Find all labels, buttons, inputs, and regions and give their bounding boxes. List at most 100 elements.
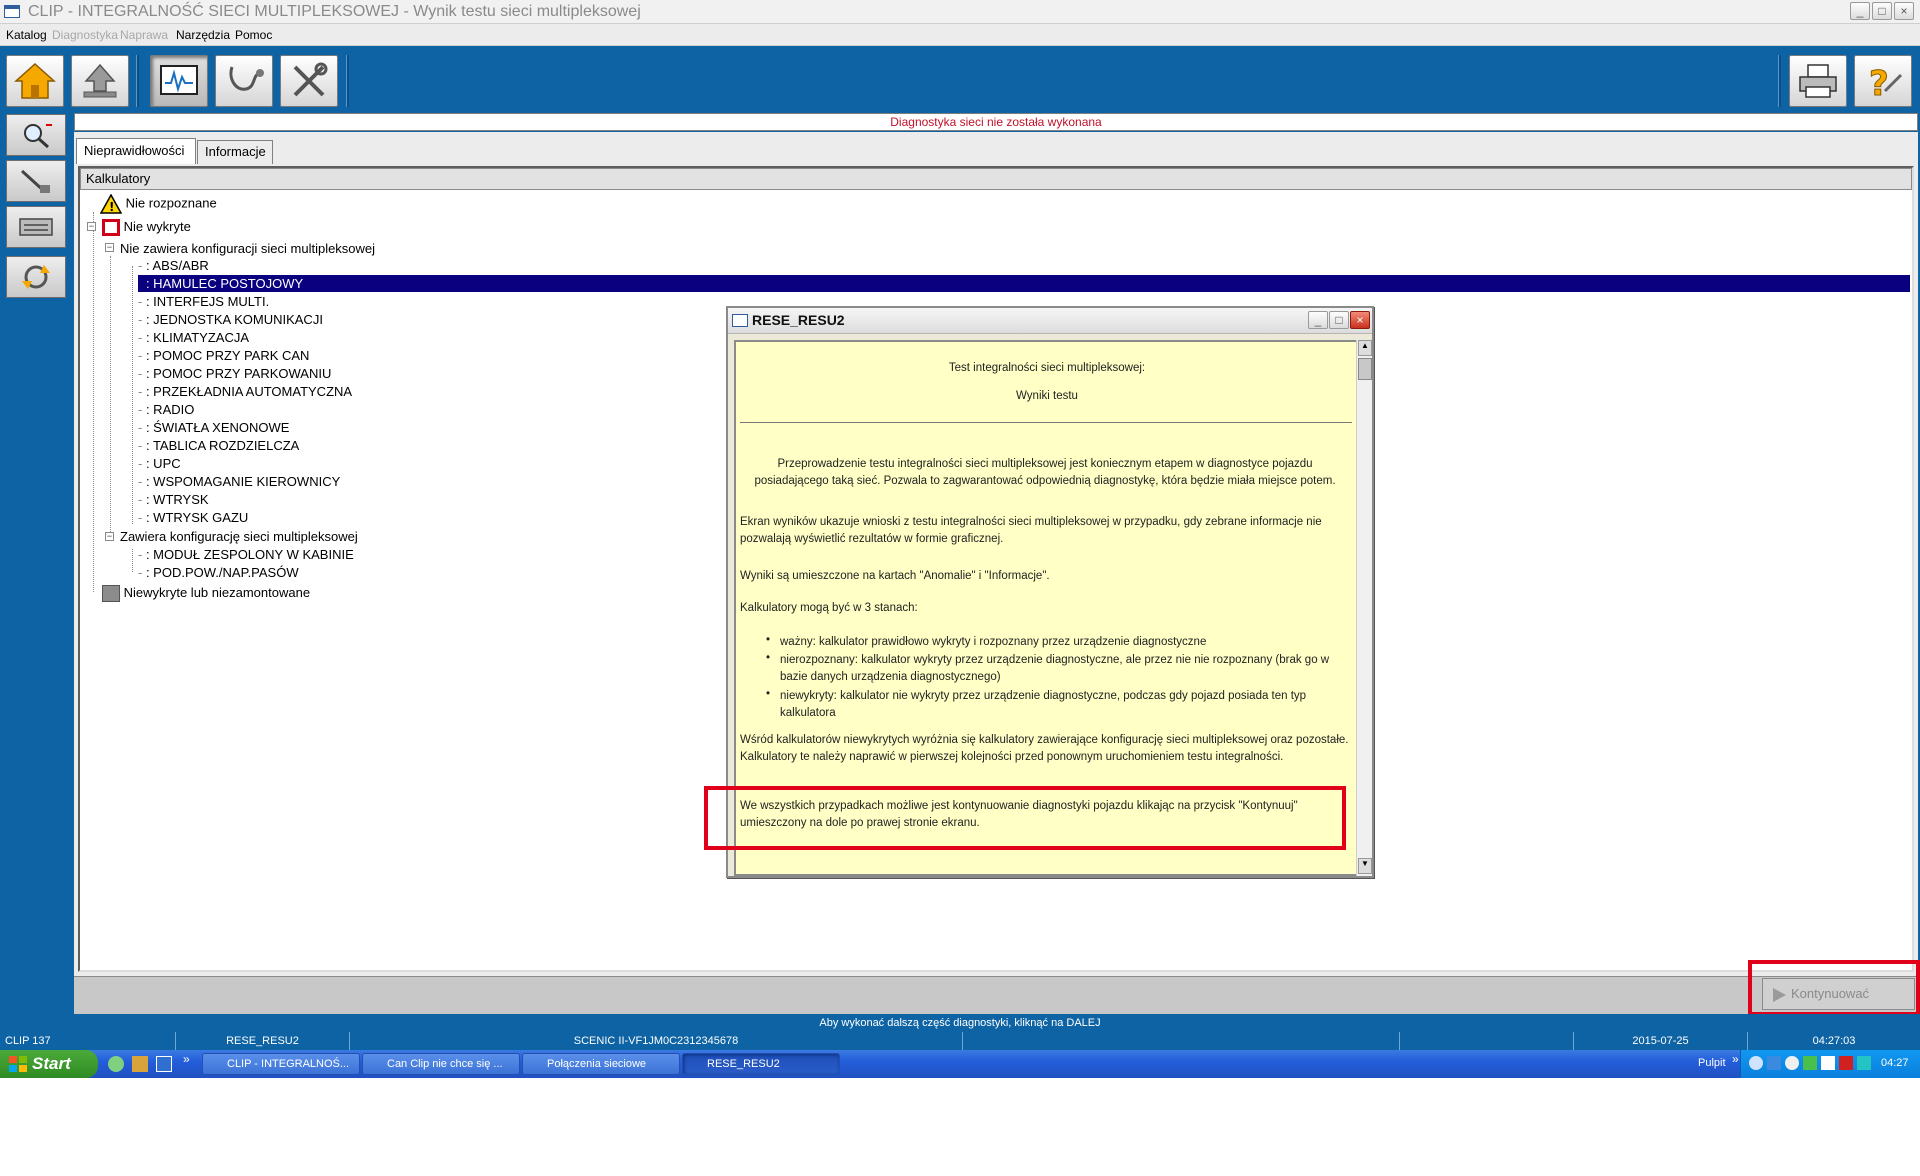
tree-leaf-label: : HAMULEC POSTOJOWY <box>145 276 304 291</box>
tree-connector: - <box>138 312 146 327</box>
tree-node-not-detected[interactable]: Nie wykryte <box>102 218 191 237</box>
tree-leaf[interactable]: - : WTRYSK <box>138 491 209 508</box>
dialog-maximize-button[interactable]: □ <box>1329 311 1349 329</box>
tree-group-with-config[interactable]: Zawiera konfigurację sieci multipleksowe… <box>120 528 358 545</box>
tray-icon[interactable] <box>1839 1056 1853 1070</box>
tree-leaf[interactable]: - : JEDNOSTKA KOMUNIKACJI <box>138 311 323 328</box>
close-button[interactable]: × <box>1894 2 1914 20</box>
tree-leaf[interactable]: - : ABS/ABR <box>138 257 209 274</box>
dialog-divider <box>740 422 1352 423</box>
dialog-titlebar: RESE_RESU2 _ □ × <box>728 308 1372 334</box>
taskbar-item-rese[interactable]: RESE_RESU2 <box>682 1053 840 1075</box>
menu-narzedzia[interactable]: Narzędzia <box>176 28 230 42</box>
tree-node-not-mounted[interactable]: Niewykryte lub niezamontowane <box>102 584 310 603</box>
hint-bar: Aby wykonać dalszą część diagnostyki, kl… <box>0 1014 1920 1032</box>
tree-leaf[interactable]: - : POD.POW./NAP.PASÓW <box>138 564 299 581</box>
tray-icon[interactable] <box>1767 1056 1781 1070</box>
tab-informacje[interactable]: Informacje <box>197 140 273 164</box>
chevron-right-icon[interactable]: » <box>183 1052 190 1066</box>
system-tray: 04:27 <box>1740 1050 1920 1078</box>
connector-icon <box>19 218 53 236</box>
dialog-bullet: nierozpoznany: kalkulator wykryty przez … <box>780 654 1330 683</box>
printer-icon <box>1799 64 1837 98</box>
tree-connector: - <box>138 420 146 435</box>
tree-connector: - <box>138 384 146 399</box>
tree-leaf[interactable]: - : WTRYSK GAZU <box>138 509 248 526</box>
tree-leaf[interactable]: - : KLIMATYZACJA <box>138 329 249 346</box>
dialog-close-button[interactable]: × <box>1350 311 1370 329</box>
menu-naprawa[interactable]: Naprawa <box>120 28 168 42</box>
tree-group-no-config[interactable]: Nie zawiera konfiguracji sieci multiplek… <box>120 240 375 257</box>
home-button[interactable] <box>6 55 64 107</box>
window-titlebar: CLIP - INTEGRALNOŚĆ SIECI MULTIPLEKSOWEJ… <box>0 0 1920 24</box>
collapse-toggle[interactable]: − <box>87 222 96 231</box>
tree-leaf[interactable]: - : PRZEKŁADNIA AUTOMATYCZNA <box>138 383 352 400</box>
tree-leaf[interactable]: - : POMOC PRZY PARK CAN <box>138 347 309 364</box>
tree-connector: - <box>138 258 146 273</box>
taskbar-item-clip[interactable]: CLIP - INTEGRALNOŚ... <box>202 1053 360 1075</box>
dialog-scrollbar[interactable]: ▲ ▼ <box>1356 340 1372 876</box>
minimize-button[interactable]: _ <box>1850 2 1870 20</box>
chevron-right-icon[interactable]: » <box>1732 1052 1739 1066</box>
tray-icon[interactable] <box>1785 1056 1799 1070</box>
tray-icon[interactable] <box>1803 1056 1817 1070</box>
dialog-paragraph: Wyniki są umieszczone na kartach "Anomal… <box>740 570 1050 582</box>
tree-leaf[interactable]: - : INTERFEJS MULTI. <box>138 293 269 310</box>
tree-leaf-label: : INTERFEJS MULTI. <box>145 294 270 309</box>
tray-icon[interactable] <box>1857 1056 1871 1070</box>
dialog-bullet: ważny: kalkulator prawidłowo wykryty i r… <box>780 636 1207 648</box>
scroll-down-icon[interactable]: ▼ <box>1358 858 1372 874</box>
help-button[interactable]: ? <box>1854 55 1912 107</box>
dialog-subheading: Wyniki testu <box>1016 390 1078 402</box>
print-button[interactable] <box>1789 55 1847 107</box>
menu-pomoc[interactable]: Pomoc <box>235 28 272 42</box>
app-icon <box>4 5 20 18</box>
scroll-thumb[interactable] <box>1358 358 1372 380</box>
bullet-dot: • <box>766 652 771 664</box>
menu-katalog[interactable]: Katalog <box>6 28 47 42</box>
tree-leaf[interactable]: - : HAMULEC POSTOJOWY <box>138 275 1910 292</box>
quicklaunch-icon[interactable] <box>108 1056 124 1072</box>
repair-tools-button[interactable] <box>280 55 338 107</box>
up-arrow-icon <box>83 63 117 98</box>
tray-icon[interactable] <box>1749 1056 1763 1070</box>
tab-nieprawidlowosci[interactable]: Nieprawidłowości <box>76 138 196 164</box>
scroll-up-icon[interactable]: ▲ <box>1358 340 1372 356</box>
measure-button[interactable] <box>6 160 66 202</box>
network-test-button[interactable] <box>150 55 208 107</box>
start-label: Start <box>32 1054 71 1073</box>
tree-line <box>132 266 133 524</box>
red-square-icon <box>102 219 120 237</box>
search-button[interactable] <box>6 114 66 156</box>
tree-leaf[interactable]: - : RADIO <box>138 401 194 418</box>
tree-connector: - <box>138 294 146 309</box>
tree-leaf[interactable]: - : TABLICA ROZDZIELCZA <box>138 437 299 454</box>
tree-leaf[interactable]: - : UPC <box>138 455 181 472</box>
tree-connector: - <box>138 456 146 471</box>
tree-node-not-recognized[interactable]: ! Nie rozpoznane <box>99 193 217 214</box>
maximize-button[interactable]: □ <box>1872 2 1892 20</box>
collapse-toggle[interactable]: − <box>105 243 114 252</box>
tree-leaf-label: : POMOC PRZY PARK CAN <box>145 348 310 363</box>
refresh-button[interactable] <box>6 256 66 298</box>
quicklaunch-icon[interactable] <box>156 1056 172 1072</box>
tree-leaf[interactable]: - : WSPOMAGANIE KIEROWNICY <box>138 473 340 490</box>
collapse-toggle[interactable]: − <box>105 532 114 541</box>
taskbar-item-network[interactable]: Połączenia sieciowe <box>522 1053 680 1075</box>
dialog-minimize-button[interactable]: _ <box>1308 311 1328 329</box>
back-button[interactable] <box>71 55 129 107</box>
connector-button[interactable] <box>6 206 66 248</box>
help-question-icon: ? <box>1869 64 1903 101</box>
start-button[interactable]: Start <box>0 1050 98 1078</box>
dialog-paragraph: Ekran wyników ukazuje wnioski z testu in… <box>740 516 1322 545</box>
quicklaunch-icon[interactable] <box>132 1056 148 1072</box>
tree-leaf[interactable]: - : MODUŁ ZESPOLONY W KABINIE <box>138 546 354 563</box>
menu-bar: Katalog Diagnostyka Naprawa Narzędzia Po… <box>0 24 1920 46</box>
menu-diagnostyka[interactable]: Diagnostyka <box>52 28 118 42</box>
tree-leaf[interactable]: - : ŚWIATŁA XENONOWE <box>138 419 289 436</box>
tray-icon[interactable] <box>1821 1056 1835 1070</box>
tree-leaf[interactable]: - : POMOC PRZY PARKOWANIU <box>138 365 331 382</box>
diagnostics-probe-button[interactable] <box>215 55 273 107</box>
taskbar-item-browser[interactable]: Can Clip nie chce się ... <box>362 1053 520 1075</box>
desktop-toolbar[interactable]: Pulpit <box>1698 1057 1726 1069</box>
